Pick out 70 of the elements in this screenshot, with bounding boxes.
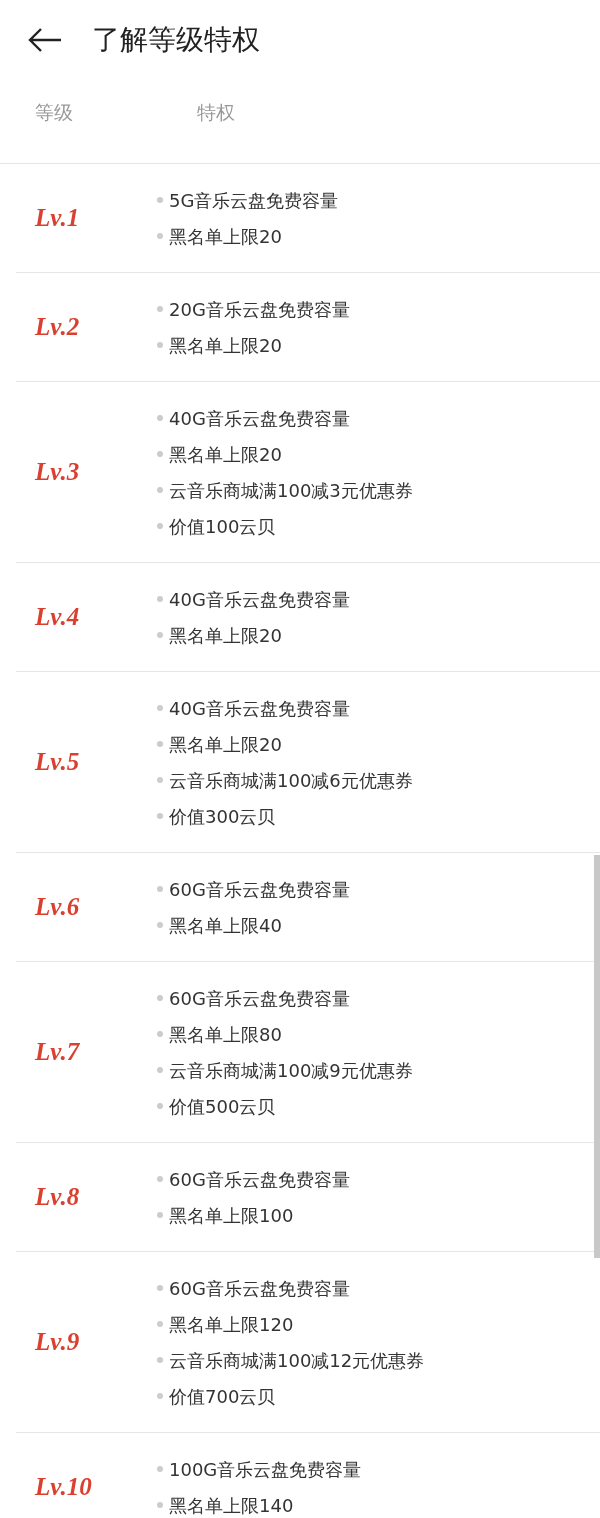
perk-text: 40G音乐云盘免费容量 — [169, 696, 350, 721]
bullet-icon — [157, 1031, 163, 1037]
perk-text: 黑名单上限20 — [169, 732, 282, 757]
perk-text: 60G音乐云盘免费容量 — [169, 877, 350, 902]
bullet-icon — [157, 1357, 163, 1363]
bullet-icon — [157, 523, 163, 529]
perk-text: 黑名单上限100 — [169, 1203, 294, 1228]
perk-text: 黑名单上限20 — [169, 442, 282, 467]
page-title: 了解等级特权 — [92, 22, 260, 58]
column-header: 特权 — [196, 100, 235, 125]
level-label: Lv.6 — [34, 892, 81, 923]
level-label: Lv.10 — [34, 1472, 93, 1503]
perk-text: 云音乐商城满100减6元优惠券 — [169, 768, 413, 793]
perk-text: 价值300云贝 — [169, 804, 276, 829]
perk-text: 100G音乐云盘免费容量 — [169, 1457, 362, 1482]
bullet-icon — [157, 1176, 163, 1182]
perk-text: 20G音乐云盘免费容量 — [169, 297, 350, 322]
perk-text: 60G音乐云盘免费容量 — [169, 986, 350, 1011]
bullet-icon — [157, 1103, 163, 1109]
bullet-icon — [157, 705, 163, 711]
level-label: Lv.4 — [34, 602, 81, 633]
perk-text: 5G音乐云盘免费容量 — [169, 188, 339, 213]
bullet-icon — [157, 197, 163, 203]
perk-text: 黑名单上限80 — [169, 1022, 282, 1047]
bullet-icon — [157, 777, 163, 783]
perk-text: 价值100云贝 — [169, 514, 276, 539]
bullet-icon — [157, 306, 163, 312]
back-button[interactable] — [28, 27, 62, 53]
perk-text: 价值500云贝 — [169, 1094, 276, 1119]
perk-text: 黑名单上限40 — [169, 913, 282, 938]
bullet-icon — [157, 342, 163, 348]
bullet-icon — [157, 1285, 163, 1291]
perk-text: 价值700云贝 — [169, 1384, 276, 1409]
perk-text: 云音乐商城满100减3元优惠券 — [169, 478, 413, 503]
bullet-icon — [157, 632, 163, 638]
level-label: Lv.9 — [34, 1327, 81, 1358]
bullet-icon — [157, 995, 163, 1001]
level-label: Lv.7 — [34, 1037, 81, 1068]
level-label: Lv.2 — [34, 312, 81, 343]
perk-text: 云音乐商城满100减12元优惠券 — [169, 1348, 425, 1373]
level-label: Lv.5 — [34, 747, 81, 778]
perk-text: 40G音乐云盘免费容量 — [169, 406, 350, 431]
bullet-icon — [157, 415, 163, 421]
column-header: 等级 — [34, 100, 74, 125]
bullet-icon — [157, 813, 163, 819]
bullet-icon — [157, 1212, 163, 1218]
bullet-icon — [157, 451, 163, 457]
bullet-icon — [157, 922, 163, 928]
level-label: Lv.8 — [34, 1182, 81, 1213]
level-label: Lv.3 — [34, 457, 81, 488]
perk-text: 黑名单上限140 — [169, 1493, 294, 1518]
perk-text: 黑名单上限20 — [169, 333, 282, 358]
perk-text: 黑名单上限120 — [169, 1312, 294, 1337]
bullet-icon — [157, 487, 163, 493]
bullet-icon — [157, 886, 163, 892]
bullet-icon — [157, 1067, 163, 1073]
bullet-icon — [157, 596, 163, 602]
perk-text: 40G音乐云盘免费容量 — [169, 587, 350, 612]
perk-text: 黑名单上限20 — [169, 623, 282, 648]
bullet-icon — [157, 1393, 163, 1399]
bullet-icon — [157, 1466, 163, 1472]
perk-text: 60G音乐云盘免费容量 — [169, 1276, 350, 1301]
perk-text: 60G音乐云盘免费容量 — [169, 1167, 350, 1192]
bullet-icon — [157, 233, 163, 239]
bullet-icon — [157, 1321, 163, 1327]
perk-text: 黑名单上限20 — [169, 224, 282, 249]
bullet-icon — [157, 741, 163, 747]
level-label: Lv.1 — [34, 203, 81, 234]
perk-text: 云音乐商城满100减9元优惠券 — [169, 1058, 413, 1083]
bullet-icon — [157, 1502, 163, 1508]
